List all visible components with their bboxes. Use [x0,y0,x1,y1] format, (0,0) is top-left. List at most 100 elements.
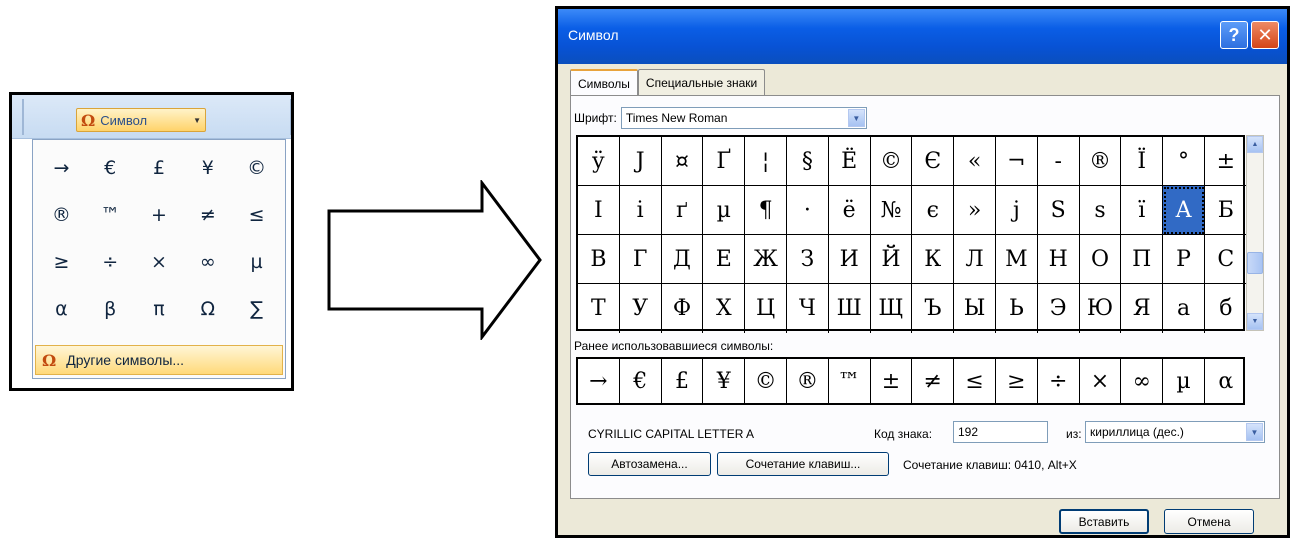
dropdown-symbol-cell[interactable]: × [135,238,184,285]
symbol-cell[interactable]: Ь [996,284,1038,333]
symbol-cell[interactable]: Т [578,284,620,333]
symbol-cell[interactable]: Л [954,235,996,284]
symbol-cell[interactable]: М [995,235,1038,284]
dropdown-symbol-cell[interactable]: µ [232,238,281,285]
insert-button[interactable]: Вставить [1059,509,1149,534]
symbol-cell[interactable]: В [578,235,620,284]
symbol-cell[interactable]: ј [995,186,1038,235]
symbol-cell[interactable]: Ъ [912,284,955,333]
dropdown-symbol-cell[interactable]: ™ [86,191,135,238]
recent-symbol-cell[interactable]: ® [787,359,829,403]
font-select[interactable]: Times New Roman ▼ [620,107,867,129]
symbol-cell[interactable]: µ [703,186,746,235]
symbol-cell[interactable]: Ц [745,284,787,333]
symbol-cell[interactable]: № [870,186,913,235]
symbol-cell[interactable]: Ж [745,235,787,284]
symbol-cell[interactable]: ± [1204,137,1247,186]
dropdown-symbol-cell[interactable]: ≠ [183,191,232,238]
symbol-cell[interactable]: ї [1121,186,1164,235]
symbol-cell[interactable]: Ш [829,284,871,333]
symbol-cell[interactable]: « [954,137,996,186]
dropdown-symbol-cell[interactable]: ∑ [232,285,281,332]
symbol-cell[interactable]: ¶ [745,186,787,235]
symbol-cell[interactable]: И [828,235,871,284]
symbol-cell[interactable]: а [1163,284,1205,333]
char-code-input[interactable]: 192 [953,421,1048,443]
recent-symbol-cell[interactable]: α [1205,359,1247,403]
dropdown-symbol-cell[interactable]: + [135,191,184,238]
symbol-cell[interactable]: І [578,186,620,235]
symbol-cell[interactable]: ¤ [661,137,704,186]
symbol-cell[interactable]: К [912,235,955,284]
symbol-cell[interactable]: Я [1121,284,1164,333]
recent-symbol-cell[interactable]: ÷ [1038,359,1080,403]
recent-symbol-cell[interactable]: → [578,359,620,403]
symbol-cell[interactable]: З [786,235,829,284]
symbol-cell[interactable]: Ї [1121,137,1164,186]
symbol-cell[interactable]: » [954,186,996,235]
dropdown-symbol-cell[interactable]: ≤ [232,191,281,238]
chevron-down-icon[interactable]: ▼ [847,109,865,127]
symbol-grid-scrollbar[interactable]: ▲ ▼ [1246,135,1264,331]
symbol-cell[interactable]: Ф [662,284,704,333]
other-symbols-menu-item[interactable]: Ω Другие символы... [35,345,283,375]
symbol-cell[interactable]: Д [661,235,704,284]
symbol-cell[interactable]: Ѕ [1037,186,1080,235]
scroll-up-icon[interactable]: ▲ [1247,136,1263,153]
recent-symbol-cell[interactable]: × [1080,359,1122,403]
symbol-cell[interactable]: С [1204,235,1247,284]
chevron-down-icon[interactable]: ▼ [1246,423,1263,441]
symbol-cell[interactable]: Ё [828,137,871,186]
symbol-cell[interactable]: · [786,186,829,235]
symbol-cell[interactable]: § [786,137,829,186]
symbol-cell[interactable]: Ч [787,284,829,333]
autocorrect-button[interactable]: Автозамена... [588,452,711,476]
dropdown-symbol-cell[interactable]: → [37,144,86,191]
symbol-cell[interactable]: Г [619,235,662,284]
symbol-cell[interactable]: Б [1204,186,1247,235]
recent-symbol-cell[interactable]: ∞ [1121,359,1164,403]
recent-symbol-cell[interactable]: £ [662,359,704,403]
symbol-cell[interactable]: ¦ [745,137,787,186]
recent-symbol-cell[interactable]: © [745,359,787,403]
symbol-cell[interactable]: ѕ [1079,186,1122,235]
symbol-cell[interactable]: Н [1037,235,1080,284]
symbol-cell[interactable]: ¬ [995,137,1038,186]
symbol-cell[interactable]: Й [870,235,913,284]
recent-symbol-cell[interactable]: ≥ [996,359,1038,403]
symbol-cell[interactable]: Ј [619,137,662,186]
symbol-cell[interactable]: ® [1079,137,1122,186]
dialog-titlebar[interactable]: Символ ? ✕ [558,9,1287,64]
symbol-cell[interactable]: Р [1163,235,1205,284]
symbol-dropdown-button[interactable]: Ω Символ ▼ [76,108,206,132]
recent-symbol-cell[interactable]: ≤ [954,359,996,403]
symbol-cell[interactable]: А [1163,186,1205,235]
symbol-cell[interactable]: ґ [661,186,704,235]
dropdown-symbol-cell[interactable]: β [86,285,135,332]
dropdown-symbol-cell[interactable]: π [135,285,184,332]
tab-symbols[interactable]: Символы [570,69,638,96]
symbol-cell[interactable]: є [912,186,955,235]
symbol-cell[interactable]: Ю [1080,284,1122,333]
dropdown-symbol-cell[interactable]: ¥ [183,144,232,191]
symbol-cell[interactable]: ё [828,186,871,235]
encoding-select[interactable]: кириллица (дес.) ▼ [1085,421,1265,443]
cancel-button[interactable]: Отмена [1164,509,1254,534]
dropdown-symbol-cell[interactable]: Ω [183,285,232,332]
symbol-cell[interactable]: ÿ [578,137,620,186]
symbol-cell[interactable]: ° [1163,137,1205,186]
scroll-down-icon[interactable]: ▼ [1247,313,1263,330]
recent-symbol-cell[interactable]: ™ [829,359,871,403]
recent-symbol-cell[interactable]: ¥ [703,359,746,403]
symbol-cell[interactable]: О [1079,235,1122,284]
symbol-cell[interactable]: © [870,137,913,186]
dropdown-symbol-cell[interactable]: α [37,285,86,332]
recent-symbol-cell[interactable]: € [620,359,662,403]
symbol-cell[interactable]: Е [703,235,746,284]
dropdown-symbol-cell[interactable]: £ [135,144,184,191]
symbol-cell[interactable]: і [619,186,662,235]
dropdown-symbol-cell[interactable]: ∞ [183,238,232,285]
symbol-cell[interactable]: - [1037,137,1080,186]
symbol-cell[interactable]: б [1205,284,1247,333]
recent-symbol-cell[interactable]: ± [871,359,913,403]
